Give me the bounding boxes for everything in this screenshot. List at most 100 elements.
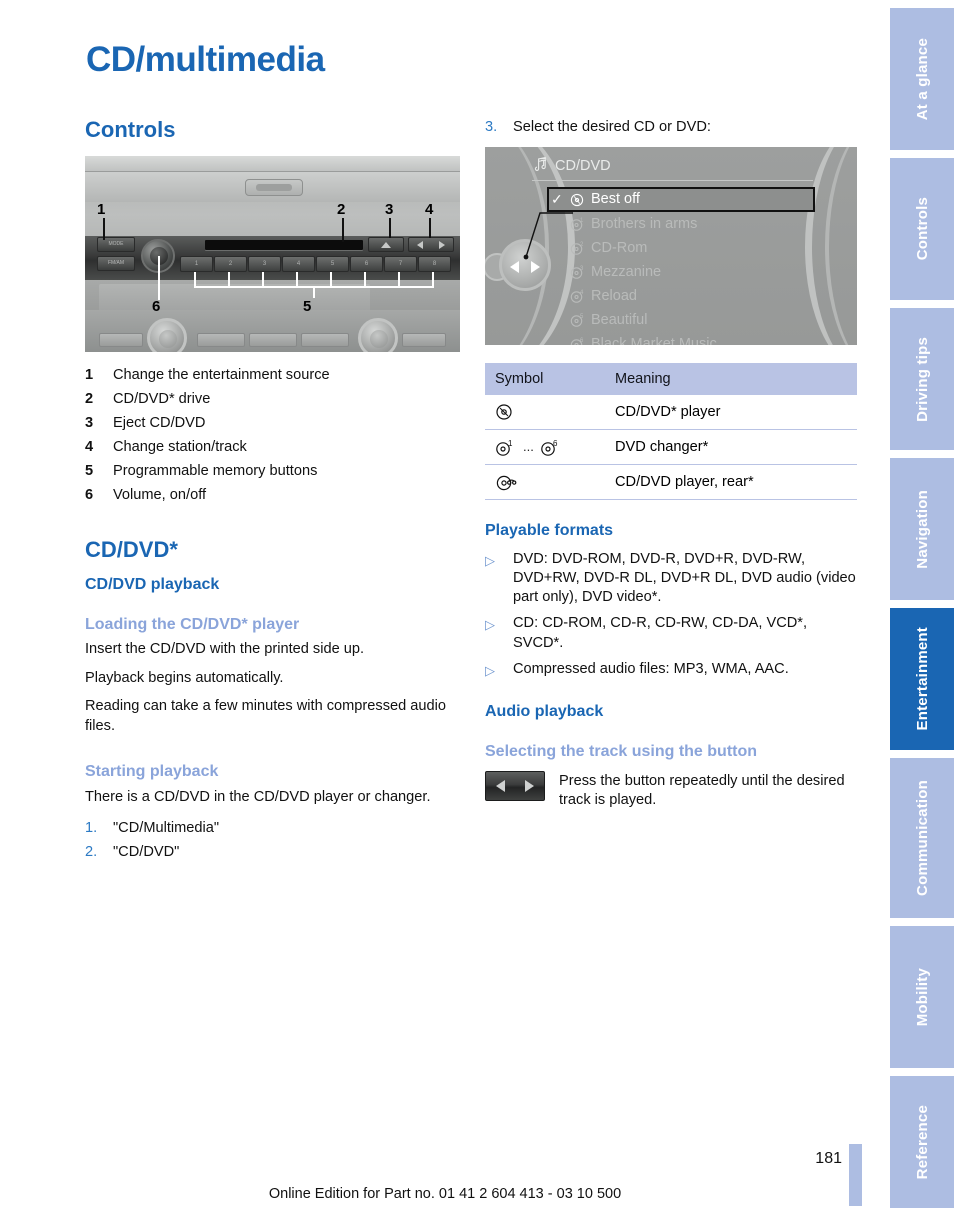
sidebar-item-navigation[interactable]: Navigation bbox=[890, 458, 954, 600]
disc-icon: 6 bbox=[570, 336, 585, 345]
climate-dial-left[interactable] bbox=[147, 318, 187, 353]
step-label: Select the desired CD or DVD: bbox=[513, 119, 711, 135]
loading-player-heading: Loading the CD/DVD* player bbox=[85, 615, 300, 633]
memory-button-5[interactable]: 5 bbox=[316, 256, 349, 273]
memory-button-4[interactable]: 4 bbox=[282, 256, 315, 273]
leader-line-3 bbox=[389, 218, 391, 239]
table-row: CD/DVD player, rear* bbox=[485, 464, 857, 500]
step-number: 1. bbox=[85, 820, 98, 836]
legend-label: Change the entertainment source bbox=[113, 367, 330, 384]
idrive-header-rule bbox=[532, 179, 813, 181]
disc-icon: 1 bbox=[570, 216, 585, 232]
track-skip-button-icon bbox=[485, 770, 545, 801]
svg-text:6: 6 bbox=[553, 439, 558, 448]
idrive-disc-list: ✓ Best off 1 Brothers in arms 2 CD-Rom 3… bbox=[547, 186, 815, 345]
svg-text:1: 1 bbox=[580, 218, 584, 224]
callout-1: 1 bbox=[97, 201, 106, 219]
audio-playback-heading: Audio playback bbox=[485, 703, 604, 721]
callout-6: 6 bbox=[152, 298, 161, 316]
callout-4: 4 bbox=[425, 201, 434, 219]
arrow-right-icon bbox=[531, 260, 540, 273]
disc-icon: 2 bbox=[570, 240, 585, 256]
memory-button-3[interactable]: 3 bbox=[248, 256, 281, 273]
arrow-left-icon bbox=[496, 779, 505, 792]
table-header-row: Symbol Meaning bbox=[485, 362, 857, 395]
legend-item: 1 Change the entertainment source bbox=[85, 366, 460, 385]
station-track-buttons[interactable] bbox=[408, 237, 454, 253]
callout-5: 5 bbox=[303, 298, 312, 316]
idrive-item-label: Reload bbox=[591, 287, 637, 304]
sidebar-item-mobility[interactable]: Mobility bbox=[890, 926, 954, 1068]
arrow-right-icon bbox=[525, 779, 534, 792]
memory-button-1[interactable]: 1 bbox=[180, 256, 213, 273]
bullet-item: ▷ CD: CD-ROM, CD-R, CD-RW, CD-DA, VCD*, … bbox=[485, 614, 860, 653]
table-row: CD/DVD* player bbox=[485, 394, 857, 430]
idrive-item-label: Black Market Music bbox=[591, 335, 717, 345]
sidebar-item-driving-tips[interactable]: Driving tips bbox=[890, 308, 954, 450]
legend-number: 3 bbox=[85, 415, 94, 432]
step-item: 1. "CD/Multimedia" bbox=[85, 819, 460, 838]
idrive-list-item[interactable]: 1 Brothers in arms bbox=[547, 212, 815, 236]
memory-button-2[interactable]: 2 bbox=[214, 256, 247, 273]
dash-top-strip bbox=[85, 156, 460, 173]
memory-button-6[interactable]: 6 bbox=[350, 256, 383, 273]
disc-icon bbox=[570, 192, 585, 207]
legend-label: Volume, on/off bbox=[113, 487, 207, 504]
triangle-bullet-icon: ▷ bbox=[485, 552, 495, 568]
chapter-tab-rail: At a glance Controls Driving tips Naviga… bbox=[890, 0, 954, 1215]
radio-legend-list: 1 Change the entertainment source 2 CD/D… bbox=[85, 366, 460, 505]
sidebar-item-reference[interactable]: Reference bbox=[890, 1076, 954, 1208]
idrive-list-item[interactable]: 5 Beautiful bbox=[547, 308, 815, 332]
idrive-list-item-selected[interactable]: ✓ Best off bbox=[547, 186, 815, 212]
legend-number: 1 bbox=[85, 367, 94, 384]
bullet-label: CD: CD-ROM, CD-R, CD-RW, CD-DA, VCD*, SV… bbox=[513, 615, 808, 651]
tab-label: At a glance bbox=[913, 37, 931, 121]
memory-button-8[interactable]: 8 bbox=[418, 256, 451, 273]
idrive-header: CD/DVD bbox=[532, 156, 611, 176]
step-number: 3. bbox=[485, 119, 498, 135]
legend-item: 4 Change station/track bbox=[85, 438, 460, 457]
climate-vent-right bbox=[402, 333, 446, 348]
step-item: 2. "CD/DVD" bbox=[85, 843, 460, 862]
memory-button-7[interactable]: 7 bbox=[384, 256, 417, 273]
sidebar-item-entertainment[interactable]: Entertainment bbox=[890, 608, 954, 750]
symbol-meaning-table: Symbol Meaning CD/DVD* player 1 ... 6 DV… bbox=[485, 362, 857, 500]
climate-vent-left bbox=[99, 333, 143, 348]
climate-dial-right[interactable] bbox=[358, 318, 398, 353]
svg-text:6: 6 bbox=[580, 338, 584, 344]
bullet-item: ▷ DVD: DVD-ROM, DVD-R, DVD+R, DVD-RW, DV… bbox=[485, 550, 860, 608]
starting-steps-list: 1. "CD/Multimedia" 2. "CD/DVD" bbox=[85, 819, 460, 862]
left-right-rocker-control[interactable] bbox=[499, 238, 551, 291]
disc-icon: 4 bbox=[570, 288, 585, 304]
legend-label: Eject CD/DVD bbox=[113, 415, 206, 432]
eject-button[interactable] bbox=[368, 237, 404, 253]
sidebar-item-controls[interactable]: Controls bbox=[890, 158, 954, 300]
disc-icon: 5 bbox=[570, 312, 585, 328]
idrive-item-label: Mezzanine bbox=[591, 263, 662, 280]
cddvd-heading: CD/DVD* bbox=[85, 537, 178, 562]
disc-range-icon: 1 ... 6 bbox=[495, 437, 595, 457]
tab-label: Mobility bbox=[913, 967, 931, 1027]
starting-playback-heading: Starting playback bbox=[85, 763, 219, 780]
left-column: Controls MODE FM/AM 1 2 3 4 5 6 7 8 1 2 … bbox=[85, 117, 460, 867]
column-header-symbol: Symbol bbox=[485, 362, 605, 395]
svg-text:3: 3 bbox=[580, 266, 584, 272]
climate-button-a bbox=[197, 333, 245, 348]
leader-line-4 bbox=[429, 218, 431, 239]
manual-page: CD/multimedia Controls MODE FM/AM 1 2 3 … bbox=[0, 0, 890, 1215]
idrive-list-item[interactable]: 2 CD-Rom bbox=[547, 236, 815, 260]
legend-number: 2 bbox=[85, 391, 94, 408]
idrive-list-item[interactable]: 4 Reload bbox=[547, 284, 815, 308]
check-icon: ✓ bbox=[551, 191, 563, 208]
table-row: 1 ... 6 DVD changer* bbox=[485, 429, 857, 465]
fm-am-button[interactable]: FM/AM bbox=[97, 256, 135, 272]
disc-headphone-icon bbox=[495, 472, 595, 492]
selecting-track-heading: Selecting the track using the button bbox=[485, 742, 758, 760]
idrive-list-item[interactable]: 3 Mezzanine bbox=[547, 260, 815, 284]
sidebar-item-at-a-glance[interactable]: At a glance bbox=[890, 8, 954, 150]
idrive-list-item[interactable]: 6 Black Market Music bbox=[547, 332, 815, 345]
legend-label: Change station/track bbox=[113, 439, 247, 456]
sidebar-item-communication[interactable]: Communication bbox=[890, 758, 954, 918]
legend-item: 5 Programmable memory buttons bbox=[85, 462, 460, 481]
idrive-item-label: CD-Rom bbox=[591, 239, 648, 256]
